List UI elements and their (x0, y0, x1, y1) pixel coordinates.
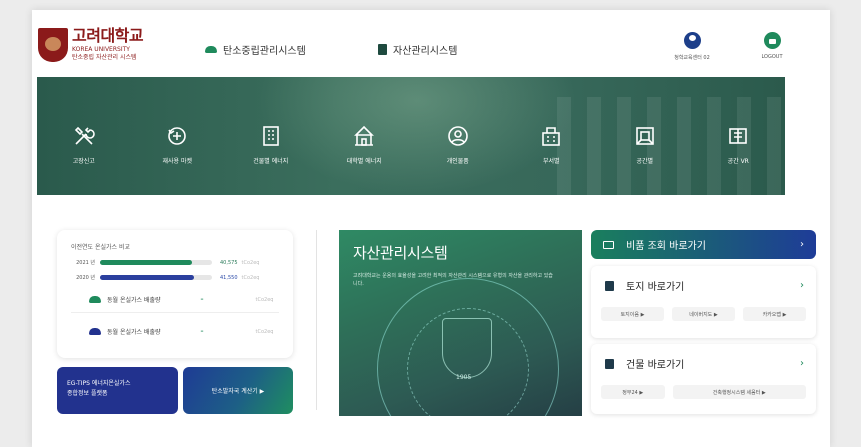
menu-item-space-vr[interactable]: 공간 VR (692, 77, 786, 195)
menu-item-department[interactable]: 부서별 (505, 77, 599, 195)
hero-banner: 고장신고 재사용 마켓 건물별 에너지 대학별 에너지 개인물품 부서별 공간별 (37, 77, 785, 195)
carbon-system-label: 탄소중립관리시스템 (223, 46, 306, 57)
menu-label: 부서별 (542, 158, 560, 165)
egtips-platform-button[interactable]: EG-TIPS 에너지온실가스 종합정보 플랫폼 (57, 367, 178, 414)
menu-label: 고장신고 (72, 158, 95, 165)
menu-label: 재사용 마켓 (162, 158, 192, 165)
menu-label: 건물별 에너지 (253, 158, 289, 165)
land-shortcut-card: 토지 바로가기 › 토지이음 ▶ 네이버지도 ▶ 카카오맵 ▶ (591, 266, 816, 338)
menu-item-college-energy[interactable]: 대학별 에너지 (318, 77, 412, 195)
ghg-legend-value: – (200, 328, 204, 335)
ghg-legend-unit: tCo2eq (255, 296, 274, 303)
ghg-value: 40,575 (220, 259, 238, 266)
carbon-system-link[interactable]: 탄소중립관리시스템 (205, 42, 306, 57)
ghg-year: 2021 년 (76, 260, 95, 266)
building-shortcut-label: 건물 바로가기 (626, 360, 685, 371)
menu-item-space[interactable]: 공간별 (598, 77, 692, 195)
building-shortcut-card: 건물 바로가기 › 정부24 ▶ 건축행정시스템 세움터 ▶ (591, 344, 816, 414)
ghg-bar-track (100, 260, 212, 265)
section-divider (316, 230, 317, 410)
menu-item-reuse-market[interactable]: 재사용 마켓 (131, 77, 225, 195)
menu-item-building-energy[interactable]: 건물별 에너지 (224, 77, 318, 195)
ghg-bar-track (100, 275, 212, 280)
ghg-legend-row: 동월 온실가스 배출량 – tCo2eq (71, 295, 279, 313)
recycle-icon (168, 127, 187, 145)
ghg-bar-fill (100, 260, 192, 265)
chip-seumteo[interactable]: 건축행정시스템 세움터 ▶ (672, 385, 806, 399)
land-shortcut-link[interactable]: 토지 바로가기 › (591, 266, 816, 293)
equipment-lookup-button[interactable]: 비품 조회 바로가기 › (591, 230, 816, 259)
chevron-right-icon: › (800, 239, 804, 250)
shield-emblem-icon (442, 318, 492, 378)
building-icon (262, 126, 279, 146)
monitor-icon (603, 240, 614, 249)
space-icon (635, 127, 654, 145)
cloud-icon (89, 328, 101, 335)
ghg-comparison-card: 이전연도 온실가스 비교 2021 년 40,575 tCo2eq 2020 년… (57, 230, 293, 358)
menu-label: 대학별 에너지 (346, 158, 382, 165)
equipment-lookup-label: 비품 조회 바로가기 (626, 241, 706, 252)
user-icon (683, 32, 701, 49)
crest-icon (38, 28, 68, 62)
ghg-bar-row: 2020 년 41,550 tCo2eq (71, 274, 279, 282)
egtips-line-2: 종합정보 플랫폼 (67, 389, 108, 397)
feature-title: 자산관리시스템 (353, 244, 448, 262)
document-icon (378, 44, 387, 55)
person-icon (447, 126, 468, 146)
menu-item-personal-items[interactable]: 개인물품 (411, 77, 505, 195)
asset-system-link[interactable]: 자산관리시스템 (378, 42, 457, 57)
ghg-legend-value: – (200, 296, 204, 303)
building-chip-row: 정부24 ▶ 건축행정시스템 세움터 ▶ (591, 371, 816, 399)
chip-toji-eum[interactable]: 토지이음 ▶ (601, 307, 664, 321)
logo-korean: 고려대학교 (72, 26, 144, 45)
logout-button[interactable]: LOGOUT (752, 32, 792, 60)
cloud-icon (89, 296, 101, 303)
user-profile[interactable]: 청학교육센터 02 (667, 32, 717, 61)
menu-label: 개인물품 (446, 158, 469, 165)
main-menu: 고장신고 재사용 마켓 건물별 에너지 대학별 에너지 개인물품 부서별 공간별 (37, 77, 785, 195)
building-icon (605, 358, 614, 369)
ghg-bar-row: 2021 년 40,575 tCo2eq (71, 259, 279, 267)
user-name: 청학교육센터 02 (674, 55, 710, 61)
asset-system-label: 자산관리시스템 (393, 46, 458, 57)
ghg-card-title: 이전연도 온실가스 비교 (71, 244, 131, 251)
ghg-unit: tCo2eq (241, 274, 260, 281)
chip-kakao-map[interactable]: 카카오맵 ▶ (743, 307, 806, 321)
egtips-line-1: EG-TIPS 에너지온실가스 (67, 380, 131, 387)
map-icon (605, 280, 614, 291)
ghg-year: 2020 년 (76, 275, 95, 281)
ghg-legend-unit: tCo2eq (255, 328, 274, 335)
land-shortcut-label: 토지 바로가기 (626, 282, 685, 293)
lock-icon (763, 32, 781, 49)
ghg-legend-label: 동월 온실가스 배출량 (107, 329, 161, 336)
emblem-year: 1905 (456, 374, 472, 381)
land-chip-row: 토지이음 ▶ 네이버지도 ▶ 카카오맵 ▶ (591, 293, 816, 321)
chevron-right-icon: › (800, 280, 804, 291)
ghg-value: 41,550 (220, 274, 238, 281)
ghg-legend-label: 동월 온실가스 배출량 (107, 297, 161, 304)
ghg-unit: tCo2eq (241, 259, 260, 266)
vr-icon (729, 128, 748, 144)
chip-gov24[interactable]: 정부24 ▶ (601, 385, 665, 399)
department-icon (542, 127, 561, 146)
school-icon (354, 125, 375, 146)
logout-label: LOGOUT (761, 54, 783, 60)
carbon-calc-label: 탄소발자국 계산기 ▶ (211, 388, 265, 395)
menu-label: 공간별 (636, 158, 654, 165)
menu-item-repair[interactable]: 고장신고 (37, 77, 131, 195)
ghg-bar-fill (100, 275, 195, 280)
carbon-footprint-calculator-button[interactable]: 탄소발자국 계산기 ▶ (183, 367, 293, 414)
feature-description: 고려대학교는 운용의 효율성을 고려한 최적의 자산관리 시스템으로 유형의 자… (353, 273, 553, 287)
menu-label: 공간 VR (727, 158, 749, 165)
chevron-right-icon: › (800, 358, 804, 369)
chip-naver-map[interactable]: 네이버지도 ▶ (672, 307, 735, 321)
ghg-legend-row: 동월 온실가스 배출량 – tCo2eq (71, 327, 279, 344)
university-logo[interactable]: 고려대학교 KOREA UNIVERSITY 탄소중립 자산관리 시스템 (38, 26, 144, 62)
building-shortcut-link[interactable]: 건물 바로가기 › (591, 344, 816, 371)
tools-icon (74, 126, 95, 145)
logo-subtitle: 탄소중립 자산관리 시스템 (72, 54, 137, 62)
asset-system-feature[interactable]: 1905 자산관리시스템 고려대학교는 운용의 효율성을 고려한 최적의 자산관… (339, 230, 582, 416)
logo-english: KOREA UNIVERSITY (72, 45, 130, 53)
cloud-icon (205, 46, 217, 53)
